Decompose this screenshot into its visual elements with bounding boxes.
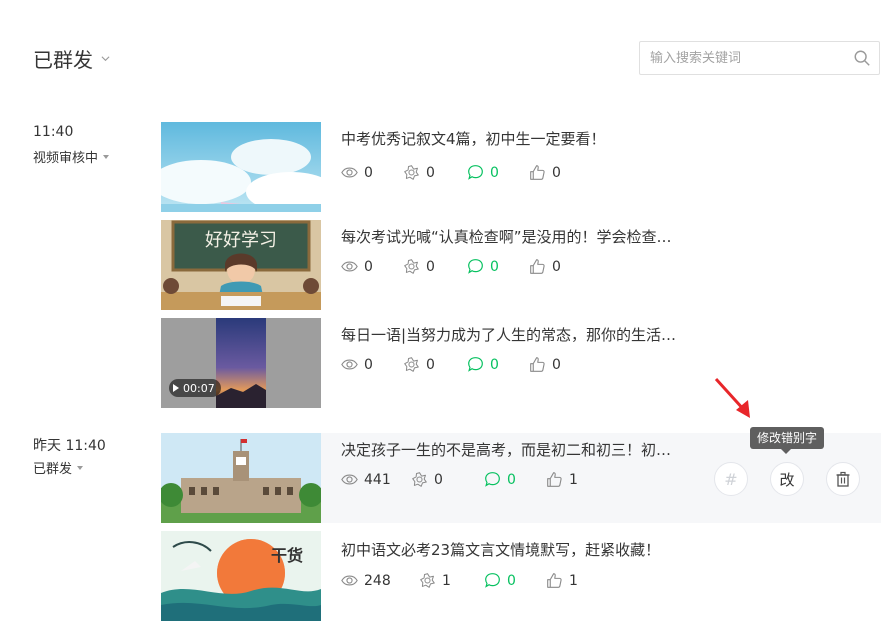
annotation-arrow-icon xyxy=(714,377,750,418)
comment-count[interactable]: 0 xyxy=(484,572,516,589)
article-item[interactable]: 00:07 每日一语|当努力成为了人生的常态，那你的生活… 0 0 0 0 xyxy=(161,318,881,408)
article-title[interactable]: 中考优秀记叙文4篇，初中生一定要看！ xyxy=(341,128,691,149)
article-title[interactable]: 初中语文必考23篇文言文情境默写，赶紧收藏！ xyxy=(341,539,691,560)
hashtag-icon: # xyxy=(724,469,738,489)
share-count: 1 xyxy=(419,572,451,589)
like-count: 0 xyxy=(529,258,561,275)
caret-down-icon xyxy=(103,154,110,159)
share-flower-icon xyxy=(404,259,419,274)
share-count: 0 xyxy=(403,164,435,181)
article-title[interactable]: 决定孩子一生的不是高考，而是初二和初三！初… xyxy=(341,439,691,460)
share-flower-icon xyxy=(412,472,427,487)
group-status: 已群发 xyxy=(33,462,73,477)
thumbs-up-icon xyxy=(530,165,545,180)
article-thumbnail[interactable] xyxy=(161,122,321,212)
share-count: 0 xyxy=(403,356,435,373)
thumbs-up-icon xyxy=(547,472,562,487)
read-count: 248 xyxy=(341,572,391,589)
read-count: 0 xyxy=(341,164,373,181)
eye-icon xyxy=(341,167,358,178)
svg-text:好好学习: 好好学习 xyxy=(205,230,277,251)
hashtag-button[interactable]: # xyxy=(714,462,748,496)
comment-bubble-icon xyxy=(468,165,483,180)
article-thumbnail[interactable] xyxy=(161,433,321,523)
thumbs-up-icon xyxy=(547,573,562,588)
article-item[interactable]: 中考优秀记叙文4篇，初中生一定要看！ 0 0 0 0 xyxy=(161,122,881,212)
comment-bubble-icon xyxy=(468,259,483,274)
article-title[interactable]: 每次考试光喊“认真检查啊”是没用的！学会检查… xyxy=(341,226,691,247)
eye-icon xyxy=(341,474,358,485)
article-thumbnail[interactable]: 干货 xyxy=(161,531,321,621)
eye-icon xyxy=(341,575,358,586)
video-duration-badge: 00:07 xyxy=(169,379,221,397)
share-flower-icon xyxy=(420,573,435,588)
play-icon xyxy=(173,384,179,392)
share-count: 0 xyxy=(411,471,443,488)
comment-bubble-icon xyxy=(485,573,500,588)
group-status-dropdown[interactable]: 视频审核中 xyxy=(33,147,110,166)
read-count: 0 xyxy=(341,356,373,373)
read-count: 441 xyxy=(341,471,391,488)
caret-down-icon xyxy=(77,465,84,470)
comment-count[interactable]: 0 xyxy=(484,471,516,488)
delete-button[interactable] xyxy=(826,462,860,496)
article-item[interactable]: 干货 初中语文必考23篇文言文情境默写，赶紧收藏！ 248 1 0 1 xyxy=(161,531,881,621)
share-flower-icon xyxy=(404,357,419,372)
like-count: 0 xyxy=(529,356,561,373)
tooltip: 修改错别字 xyxy=(750,427,825,454)
video-thumbnail[interactable]: 00:07 xyxy=(161,318,321,408)
comment-bubble-icon xyxy=(485,472,500,487)
comment-count[interactable]: 0 xyxy=(467,356,499,373)
group-time: 11:40 xyxy=(33,124,74,140)
comment-count[interactable]: 0 xyxy=(467,164,499,181)
group-time: 昨天 11:40 xyxy=(33,438,106,454)
search-icon[interactable] xyxy=(853,49,871,67)
chevron-down-icon xyxy=(101,56,110,62)
search-box xyxy=(639,41,880,75)
thumbs-up-icon xyxy=(530,259,545,274)
comment-count[interactable]: 0 xyxy=(467,258,499,275)
page-title-dropdown[interactable]: 已群发 xyxy=(33,44,110,73)
like-count: 1 xyxy=(546,471,578,488)
eye-icon xyxy=(341,359,358,370)
page-title: 已群发 xyxy=(33,48,93,72)
read-count: 0 xyxy=(341,258,373,275)
like-count: 1 xyxy=(546,572,578,589)
article-thumbnail[interactable]: 好好学习 xyxy=(161,220,321,310)
comment-bubble-icon xyxy=(468,357,483,372)
group-status: 视频审核中 xyxy=(33,151,99,166)
search-input[interactable] xyxy=(640,42,853,74)
group-status-dropdown[interactable]: 已群发 xyxy=(33,458,84,477)
article-title[interactable]: 每日一语|当努力成为了人生的常态，那你的生活… xyxy=(341,324,691,345)
share-flower-icon xyxy=(404,165,419,180)
eye-icon xyxy=(341,261,358,272)
share-count: 0 xyxy=(403,258,435,275)
edit-label: 改 xyxy=(779,470,795,489)
article-item[interactable]: 好好学习 每次考试光喊“认真检查啊”是没用的！学会检查… 0 0 0 0 xyxy=(161,220,881,310)
edit-typo-button[interactable]: 改 xyxy=(770,462,804,496)
like-count: 0 xyxy=(529,164,561,181)
svg-text:干货: 干货 xyxy=(271,546,303,565)
trash-icon xyxy=(836,471,850,487)
thumbs-up-icon xyxy=(530,357,545,372)
